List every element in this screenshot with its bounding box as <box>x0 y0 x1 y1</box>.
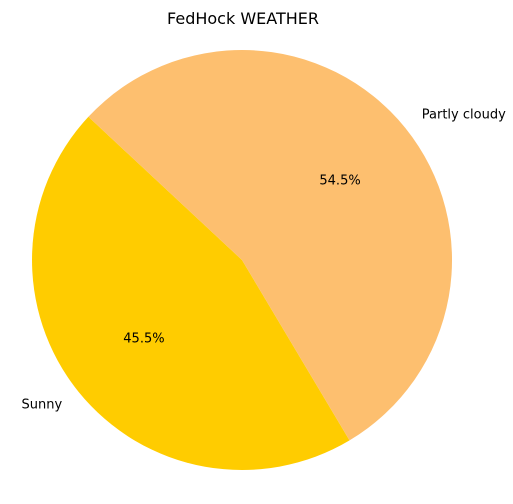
pie-chart-svg: FedHock WEATHER Sunny 45.5% Partly cloudy 5… <box>22 9 506 470</box>
slice-label-partly-cloudy: Partly cloudy <box>422 107 506 122</box>
slice-percent-sunny: 45.5% <box>123 332 164 347</box>
slice-percent-partly-cloudy: 54.5% <box>319 173 360 188</box>
slice-label-sunny: Sunny <box>22 398 63 413</box>
pie-chart: FedHock WEATHER Sunny 45.5% Partly cloudy 5… <box>0 0 513 504</box>
slices-layer <box>32 49 453 470</box>
chart-title: FedHock WEATHER <box>167 9 319 28</box>
